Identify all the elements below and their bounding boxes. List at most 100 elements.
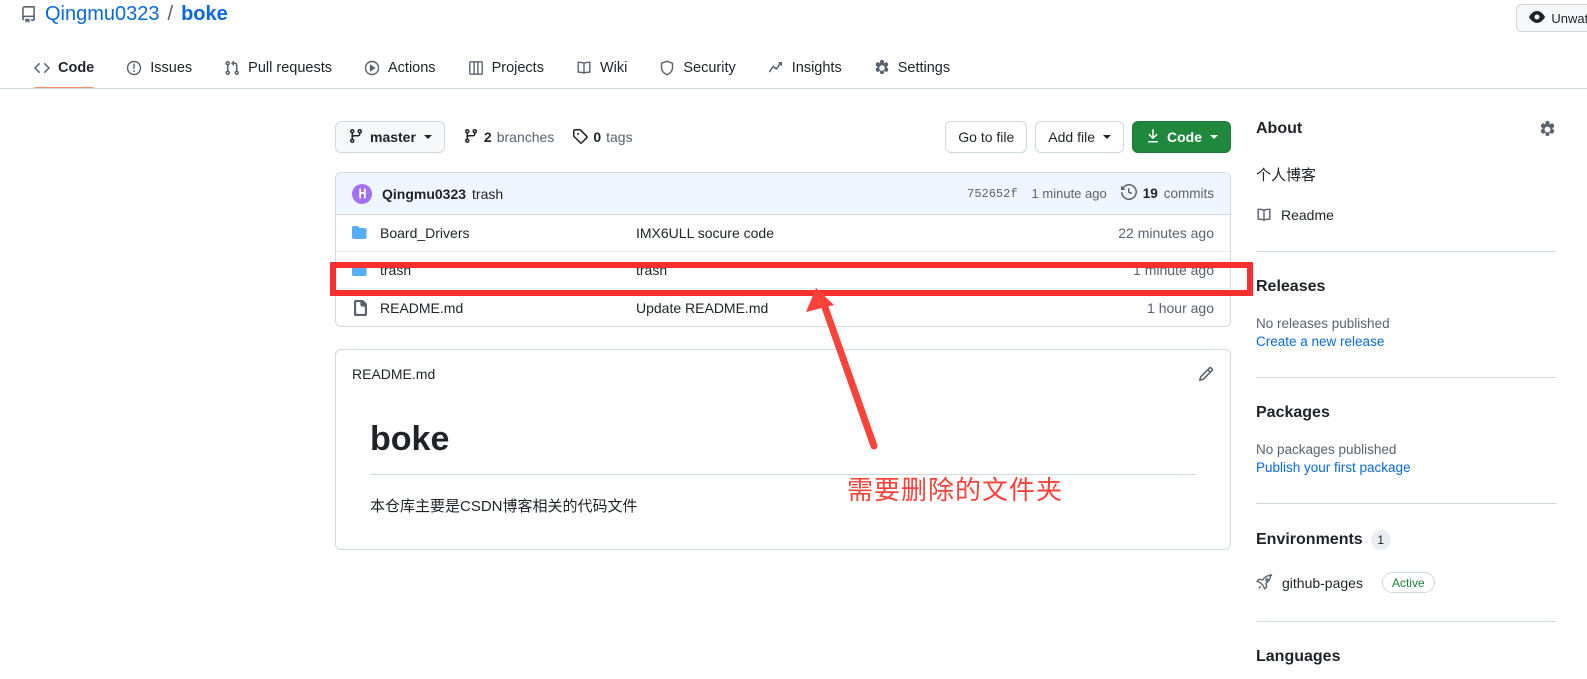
file-table: Qingmu0323 trash 752652f 1 minute ago 19… [335,172,1231,327]
folder-icon [352,262,368,278]
pencil-icon[interactable] [1198,366,1214,382]
repo-sidebar: About 个人博客 Readme Releases No releases p… [1256,120,1556,679]
tab-settings[interactable]: Settings [858,47,966,89]
tab-wiki[interactable]: Wiki [560,47,643,89]
tab-insights-label: Insights [791,60,842,76]
code-button[interactable]: Code [1132,121,1231,153]
repo-header: Qingmu0323 / boke Unwatch [0,0,1587,45]
about-description: 个人博客 [1256,167,1317,184]
branches-link[interactable]: 2 branches [463,128,554,147]
branch-name: master [370,129,416,145]
environments-count-badge: 1 [1370,530,1391,550]
owner-link[interactable]: Qingmu0323 [45,2,160,26]
readme-panel: README.md boke 本仓库主要是CSDN博客相关的代码文件 [335,349,1231,550]
repo-nav: Code Issues Pull requests Actions Projec… [0,47,1587,89]
tab-projects[interactable]: Projects [452,47,560,89]
gear-icon[interactable] [1539,120,1556,138]
chevron-down-icon [1210,135,1218,139]
go-to-file-button[interactable]: Go to file [945,121,1028,153]
commit-message[interactable]: trash [472,186,503,202]
packages-heading: Packages [1256,404,1556,422]
tab-issues[interactable]: Issues [110,47,208,89]
shield-icon [659,60,675,76]
chevron-down-icon [423,135,432,139]
table-row[interactable]: Board_Drivers IMX6ULL socure code 22 min… [336,215,1230,252]
unwatch-label: Unwatch [1551,10,1587,26]
rocket-icon [1256,574,1273,591]
tab-code-label: Code [58,60,95,76]
go-to-file-label: Go to file [958,129,1015,145]
code-button-label: Code [1167,129,1202,145]
avatar [352,183,372,204]
readme-paragraph: 本仓库主要是CSDN博客相关的代码文件 [370,497,638,515]
environment-name: github-pages [1282,574,1363,591]
commits-number: 19 [1142,186,1158,201]
add-file-button[interactable]: Add file [1035,121,1124,153]
tab-pull-requests-label: Pull requests [248,60,332,76]
play-icon [364,60,380,76]
packages-empty-text: No packages published [1256,442,1397,457]
releases-heading: Releases [1256,278,1556,296]
add-file-label: Add file [1048,129,1095,145]
breadcrumb-separator: / [167,3,174,25]
gear-icon [874,60,890,76]
readme-header: README.md [352,350,1214,398]
tab-code[interactable]: Code [18,47,110,89]
tags-count: 0 [593,129,602,145]
table-row[interactable]: README.md Update README.md 1 hour ago [336,289,1230,326]
file-commit-message[interactable]: IMX6ULL socure code [636,225,1118,241]
tab-actions[interactable]: Actions [348,47,452,89]
languages-section: Languages [1256,648,1556,679]
nav-divider [0,88,1587,89]
tab-pull-requests[interactable]: Pull requests [208,47,348,89]
packages-section: Packages No packages published Publish y… [1256,404,1556,475]
packages-title: Packages [1256,404,1330,421]
tab-insights[interactable]: Insights [752,47,858,89]
folder-icon [352,225,368,241]
repo-link[interactable]: boke [181,2,228,26]
file-name[interactable]: Board_Drivers [380,225,636,241]
sidebar-divider [1256,377,1556,378]
commit-time: 1 minute ago [1031,186,1107,201]
readme-divider [370,473,1196,475]
file-time: 1 minute ago [1133,262,1214,278]
eye-icon [1529,9,1546,28]
commit-sha[interactable]: 752652f [967,187,1017,201]
publish-package-link[interactable]: Publish your first package [1256,460,1556,475]
file-time: 1 hour ago [1147,299,1214,316]
tab-actions-label: Actions [388,60,436,76]
commits-count-link[interactable]: 19 commits [1120,183,1214,203]
table-icon [468,60,484,76]
file-name[interactable]: README.md [380,300,636,316]
table-row[interactable]: trash trash 1 minute ago [336,252,1230,289]
repo-icon [20,5,37,23]
page-root: Qingmu0323 / boke Unwatch Code Iss [0,0,1587,679]
tags-link[interactable]: 0 tags [572,128,633,147]
commit-author[interactable]: Qingmu0323 [382,186,466,202]
environments-title: Environments [1256,531,1363,548]
history-icon [1120,183,1137,203]
environment-item[interactable]: github-pages Active [1256,572,1556,593]
file-commit-message[interactable]: trash [636,262,1133,278]
unwatch-button[interactable]: Unwatch [1516,4,1587,32]
releases-empty-text: No releases published [1256,316,1390,331]
branch-selector-button[interactable]: master [335,121,445,153]
annotation-label: 需要删除的文件夹 [847,475,1064,505]
readme-content: boke 本仓库主要是CSDN博客相关的代码文件 [352,398,1214,519]
tab-security-label: Security [683,60,736,76]
create-release-link[interactable]: Create a new release [1256,334,1556,349]
file-time: 22 minutes ago [1118,225,1214,241]
tab-security[interactable]: Security [643,47,751,89]
latest-commit-row: Qingmu0323 trash 752652f 1 minute ago 19… [336,173,1230,215]
sidebar-divider [1256,251,1556,252]
breadcrumb: Qingmu0323 / boke [20,2,228,26]
graph-icon [768,60,784,76]
file-icon [352,299,368,316]
main-column: master 2 branches 0 tags Go to file Add … [335,120,1231,550]
file-commit-message[interactable]: Update README.md [636,300,1147,316]
repo-action-buttons: Go to file Add file Code [945,121,1231,153]
environments-heading: Environments 1 [1256,530,1556,550]
readme-link[interactable]: Readme [1256,207,1556,223]
tab-issues-label: Issues [150,60,193,76]
file-name[interactable]: trash [380,262,636,278]
